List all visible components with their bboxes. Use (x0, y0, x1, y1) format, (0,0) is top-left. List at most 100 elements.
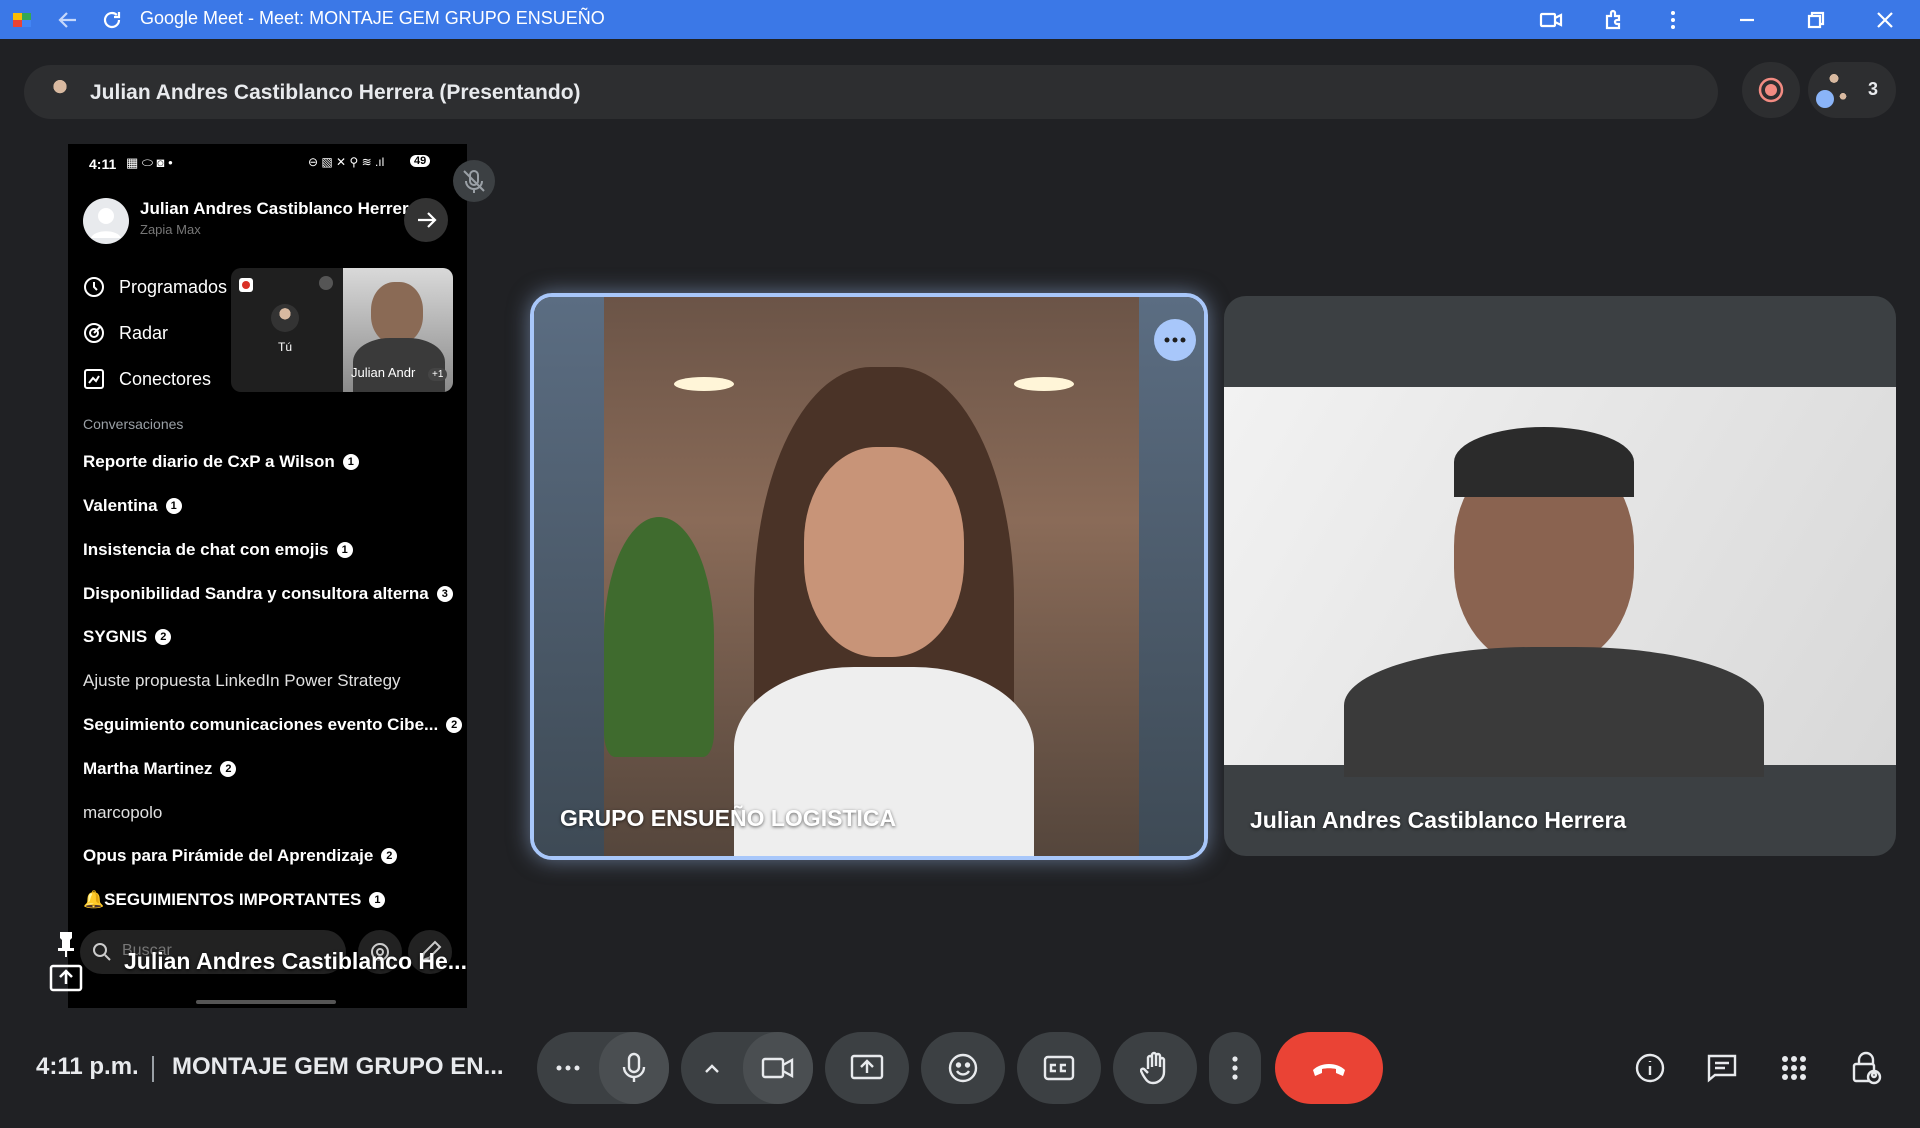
person-icon (91, 208, 121, 238)
pip-other-label: Julian Andr (351, 365, 416, 380)
conversation-item[interactable]: Disponibilidad Sandra y consultora alter… (83, 584, 453, 604)
conversation-item[interactable]: SYGNIS 2 (83, 627, 172, 647)
camera-button[interactable] (743, 1032, 813, 1104)
conversation-item[interactable]: Insistencia de chat con emojis 1 (83, 540, 353, 560)
conversation-item[interactable]: marcopolo (83, 803, 162, 823)
extensions-icon[interactable] (1601, 7, 1627, 33)
microphone-button[interactable] (599, 1032, 669, 1104)
more-options-button[interactable] (1209, 1032, 1261, 1104)
present-screen-button[interactable] (825, 1032, 909, 1104)
pip-you-avatar (271, 304, 299, 332)
meeting-details-button[interactable] (1632, 1050, 1668, 1086)
window-title: Google Meet - Meet: MONTAJE GEM GRUPO EN… (140, 8, 605, 28)
presenter-label: Julian Andres Castiblanco Herrera (Prese… (90, 81, 581, 104)
account-name: Julian Andres Castiblanco Herrera (140, 199, 419, 218)
conversation-item[interactable]: Opus para Pirámide del Aprendizaje 2 (83, 846, 398, 866)
phone-status-time: 4:11 (89, 156, 117, 172)
pip-meet-preview[interactable]: Tú Julian Andr +1 (231, 268, 453, 392)
pip-plus-badge: +1 (428, 368, 448, 381)
menu-programados[interactable]: Programados (119, 277, 227, 298)
leave-call-button[interactable] (1275, 1032, 1383, 1104)
host-controls-button[interactable] (1848, 1050, 1884, 1086)
status-icons: ▦ ⬭ ◙ • (126, 155, 173, 170)
raise-hand-button[interactable] (1113, 1032, 1197, 1104)
restore-icon[interactable] (1803, 7, 1829, 33)
record-icon (1758, 77, 1784, 103)
search-icon (93, 943, 111, 961)
captions-button[interactable] (1017, 1032, 1101, 1104)
tile-name: Julian Andres Castiblanco Herrera (1250, 807, 1627, 833)
conversation-item[interactable]: Ajuste propuesta LinkedIn Power Strategy (83, 671, 401, 691)
close-icon[interactable] (1872, 7, 1898, 33)
account-avatar[interactable] (83, 198, 129, 244)
shared-screen-owner-label: Julian Andres Castiblanco He... (124, 948, 467, 974)
conversation-item[interactable]: Martha Martinez 2 (83, 759, 237, 779)
lock-person-icon (1852, 1051, 1882, 1085)
browser-titlebar: Google Meet - Meet: MONTAJE GEM GRUPO EN… (0, 0, 1920, 39)
conversation-item[interactable]: Seguimiento comunicaciones evento Cibe..… (83, 715, 463, 735)
chat-button[interactable] (1704, 1050, 1740, 1086)
video-options-button[interactable] (681, 1032, 743, 1104)
participant-tile-grupo-ensueno[interactable]: GRUPO ENSUEÑO LOGISTICA (530, 293, 1208, 860)
meeting-title: MONTAJE GEM GRUPO EN... (172, 1053, 504, 1080)
chevron-up-icon (705, 1064, 719, 1073)
participants-count: 3 (1868, 79, 1879, 99)
pin-icon (49, 932, 83, 992)
audio-control-group (537, 1032, 669, 1104)
account-forward-button[interactable] (404, 198, 448, 242)
ceiling-lamp (1014, 377, 1074, 391)
minimize-icon[interactable] (1734, 7, 1760, 33)
conversation-item[interactable]: Reporte diario de CxP a Wilson 1 (83, 452, 359, 472)
pip-record-icon (239, 278, 253, 292)
closed-caption-icon (1043, 1055, 1075, 1081)
conversation-item[interactable]: Valentina 1 (83, 496, 182, 516)
clock-time: 4:11 p.m. (36, 1053, 139, 1080)
video-feed (1224, 387, 1896, 777)
shared-phone-screen: 4:11 ▦ ⬭ ◙ • ⊖ ▧ ✕ ⚲ ≋ .ıl 49 Julian And… (68, 144, 467, 1008)
tile-options-button[interactable] (1154, 319, 1196, 361)
window-right (1139, 297, 1204, 856)
more-horiz-icon (1164, 337, 1186, 343)
menu-radar[interactable]: Radar (119, 323, 168, 344)
ceiling-lamp (674, 377, 734, 391)
window-left (534, 297, 604, 856)
screen-mic-off-indicator (453, 160, 495, 202)
more-vert-icon[interactable] (1660, 7, 1686, 33)
presenter-avatar (42, 74, 78, 110)
participants-button[interactable]: 3 (1808, 62, 1896, 118)
divider (152, 1056, 154, 1082)
account-org: Zapia Max (140, 222, 201, 237)
hand-icon (1140, 1051, 1166, 1085)
info-icon (1635, 1053, 1665, 1083)
mic-off-icon (463, 170, 485, 193)
more-horiz-icon (556, 1065, 580, 1071)
connectors-icon (83, 368, 105, 390)
menu-conectores[interactable]: Conectores (119, 369, 211, 390)
recording-button[interactable] (1742, 62, 1800, 118)
app-logo-icon (10, 7, 36, 33)
camera-indicator-icon[interactable] (1538, 7, 1564, 33)
mic-icon (622, 1052, 646, 1082)
conversations-header: Conversaciones (83, 416, 184, 432)
pin-and-present-icons[interactable] (48, 930, 84, 996)
participant-avatar (1834, 90, 1852, 108)
status-right-icons: ⊖ ▧ ✕ ⚲ ≋ .ıl (308, 155, 385, 169)
videocam-icon (761, 1057, 794, 1079)
arrow-right-icon (418, 212, 437, 228)
emoji-icon (948, 1053, 978, 1083)
participant-tile-julian[interactable]: Julian Andres Castiblanco Herrera (1224, 296, 1896, 856)
plant (604, 517, 714, 757)
participant-avatar (1816, 90, 1834, 108)
presenter-bar: Julian Andres Castiblanco Herrera (Prese… (24, 65, 1718, 119)
reload-icon[interactable] (99, 7, 125, 33)
activities-button[interactable] (1776, 1050, 1812, 1086)
back-arrow-icon[interactable] (55, 7, 81, 33)
reactions-button[interactable] (921, 1032, 1005, 1104)
audio-options-button[interactable] (537, 1032, 599, 1104)
battery-indicator: 49 (410, 155, 431, 167)
conversation-item[interactable]: 🔔SEGUIMIENTOS IMPORTANTES 1 (83, 890, 386, 910)
clock-icon (83, 276, 105, 298)
pip-you-label: Tú (278, 340, 293, 354)
radar-icon (83, 322, 105, 344)
more-vert-icon (1232, 1056, 1238, 1080)
